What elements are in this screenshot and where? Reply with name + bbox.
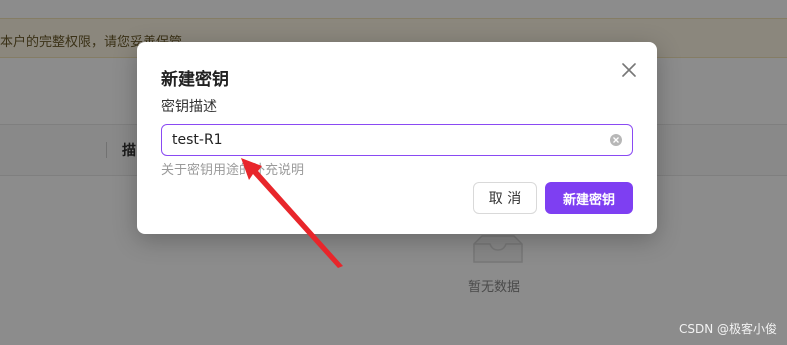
key-description-input[interactable] bbox=[172, 125, 592, 155]
clear-input-icon[interactable] bbox=[610, 134, 622, 146]
cancel-button[interactable]: 取 消 bbox=[473, 182, 537, 214]
create-key-button[interactable]: 新建密钥 bbox=[545, 182, 633, 214]
close-icon[interactable] bbox=[621, 62, 637, 78]
new-key-dialog: 新建密钥 密钥描述 关于密钥用途的补充说明 取 消 新建密钥 bbox=[137, 42, 657, 234]
dialog-title: 新建密钥 bbox=[161, 70, 229, 90]
key-description-field[interactable] bbox=[161, 124, 633, 156]
field-hint-text: 关于密钥用途的补充说明 bbox=[161, 163, 305, 178]
watermark-text: CSDN @极客小俊 bbox=[678, 322, 777, 336]
key-description-label: 密钥描述 bbox=[161, 99, 217, 115]
